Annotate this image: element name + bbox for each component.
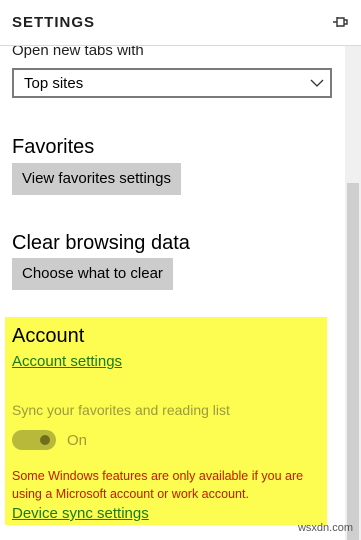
favorites-title: Favorites xyxy=(12,136,95,158)
settings-content: Open new tabs with Top sites Favorites V… xyxy=(0,46,343,540)
scrollbar[interactable] xyxy=(345,46,361,540)
new-tabs-selected: Top sites xyxy=(24,75,84,92)
sync-toggle-state: On xyxy=(67,432,88,449)
chevron-down-icon xyxy=(310,79,324,87)
sync-toggle[interactable] xyxy=(12,430,56,450)
account-warning-text: Some Windows features are only available… xyxy=(12,469,304,501)
sync-label: Sync your favorites and reading list xyxy=(12,402,230,418)
new-tabs-dropdown[interactable]: Top sites xyxy=(12,68,332,98)
new-tabs-label: Open new tabs with xyxy=(12,46,144,59)
scrollbar-thumb[interactable] xyxy=(347,183,359,540)
toggle-knob xyxy=(40,435,50,445)
pin-icon[interactable] xyxy=(331,13,349,31)
page-title: SETTINGS xyxy=(12,14,96,31)
watermark: wsxdn.com xyxy=(297,522,353,534)
choose-what-to-clear-button[interactable]: Choose what to clear xyxy=(12,258,173,290)
settings-panel: SETTINGS Open new tabs with Top sites Fa… xyxy=(0,0,361,540)
account-section: Account Account settings Sync your favor… xyxy=(5,317,327,525)
clear-browsing-data-title: Clear browsing data xyxy=(12,232,190,254)
account-title: Account xyxy=(12,325,85,347)
account-settings-link[interactable]: Account settings xyxy=(12,353,122,370)
view-favorites-settings-button[interactable]: View favorites settings xyxy=(12,163,181,195)
device-sync-settings-link[interactable]: Device sync settings xyxy=(12,505,149,522)
settings-header: SETTINGS xyxy=(0,0,361,46)
